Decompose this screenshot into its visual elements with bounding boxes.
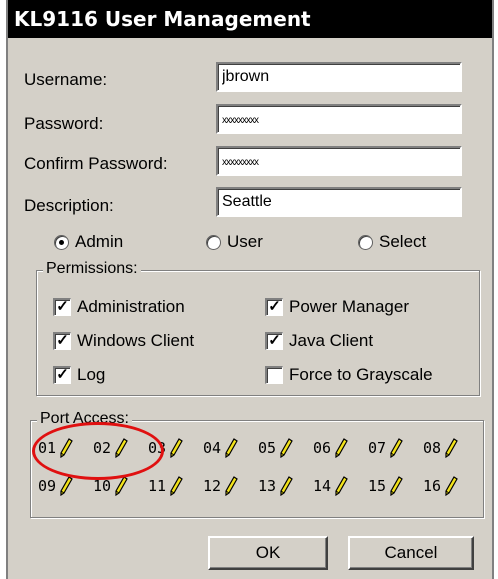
- pencil-icon: [170, 476, 183, 496]
- username-field[interactable]: [216, 62, 462, 92]
- checkmark-icon: ✓: [265, 298, 283, 316]
- username-label: Username:: [24, 70, 108, 89]
- pencil-icon: [445, 438, 458, 458]
- role-user-radio[interactable]: User: [206, 232, 263, 252]
- perm-java-client-checkbox[interactable]: ✓ Java Client: [265, 331, 373, 351]
- confirm-password-field[interactable]: [216, 146, 462, 176]
- port-07[interactable]: 07: [368, 438, 423, 458]
- perm-log-checkbox[interactable]: ✓ Log: [53, 365, 105, 385]
- port-access-group: Port Access:: [30, 410, 484, 518]
- checkmark-icon: ✓: [265, 332, 283, 350]
- port-number: 03: [148, 439, 167, 457]
- port-15[interactable]: 15: [368, 476, 423, 496]
- window-title: KL9116 User Management: [8, 0, 492, 38]
- port-10[interactable]: 10: [93, 476, 148, 496]
- checkmark-icon: ✓: [53, 366, 71, 384]
- pencil-icon: [390, 438, 403, 458]
- port-number: 15: [368, 477, 387, 495]
- pencil-icon: [115, 438, 128, 458]
- port-09[interactable]: 09: [38, 476, 93, 496]
- port-number: 10: [93, 477, 112, 495]
- user-management-dialog: KL9116 User Management Username: Passwor…: [6, 0, 494, 579]
- description-field[interactable]: [216, 187, 462, 217]
- port-number: 12: [203, 477, 222, 495]
- pencil-icon: [225, 476, 238, 496]
- port-number: 09: [38, 477, 57, 495]
- perm-windows-client-label: Windows Client: [77, 331, 195, 350]
- port-05[interactable]: 05: [258, 438, 313, 458]
- radio-unselected-icon: [206, 234, 221, 250]
- port-number: 11: [148, 477, 167, 495]
- role-user-label: User: [227, 232, 263, 251]
- port-number: 08: [423, 439, 442, 457]
- perm-windows-client-checkbox[interactable]: ✓ Windows Client: [53, 331, 194, 351]
- port-03[interactable]: 03: [148, 438, 203, 458]
- port-access-title: Port Access:: [37, 410, 132, 428]
- permissions-title: Permissions:: [43, 260, 141, 278]
- port-number: 02: [93, 439, 112, 457]
- port-02[interactable]: 02: [93, 438, 148, 458]
- perm-power-manager-checkbox[interactable]: ✓ Power Manager: [265, 297, 409, 317]
- port-12[interactable]: 12: [203, 476, 258, 496]
- pencil-icon: [280, 438, 293, 458]
- port-14[interactable]: 14: [313, 476, 368, 496]
- checkmark-icon: ✓: [53, 332, 71, 350]
- port-number: 01: [38, 439, 57, 457]
- pencil-icon: [225, 438, 238, 458]
- perm-force-grayscale-label: Force to Grayscale: [289, 365, 433, 384]
- port-01[interactable]: 01: [38, 438, 93, 458]
- role-admin-label: Admin: [75, 232, 124, 251]
- port-number: 14: [313, 477, 332, 495]
- port-13[interactable]: 13: [258, 476, 313, 496]
- port-04[interactable]: 04: [203, 438, 258, 458]
- password-label: Password:: [24, 114, 104, 133]
- role-admin-radio[interactable]: Admin: [54, 232, 123, 252]
- perm-power-manager-label: Power Manager: [289, 297, 410, 316]
- port-16[interactable]: 16: [423, 476, 478, 496]
- pencil-icon: [445, 476, 458, 496]
- role-select-label: Select: [379, 232, 427, 251]
- radio-unselected-icon: [358, 234, 373, 250]
- port-number: 16: [423, 477, 442, 495]
- pencil-icon: [115, 476, 128, 496]
- checkmark-icon: ✓: [53, 298, 71, 316]
- perm-log-label: Log: [77, 365, 106, 384]
- perm-administration-checkbox[interactable]: ✓ Administration: [53, 297, 185, 317]
- pencil-icon: [60, 438, 73, 458]
- ok-button[interactable]: OK: [208, 536, 328, 570]
- port-number: 07: [368, 439, 387, 457]
- port-number: 05: [258, 439, 277, 457]
- radio-selected-icon: [54, 234, 69, 250]
- description-label: Description:: [24, 196, 114, 215]
- port-row-2: 09 10 11 12 13 14 15 16: [38, 476, 478, 496]
- pencil-icon: [280, 476, 293, 496]
- perm-java-client-label: Java Client: [289, 331, 374, 350]
- cancel-button[interactable]: Cancel: [348, 536, 474, 570]
- permissions-group: Permissions: ✓ Administration ✓ Windows …: [36, 260, 480, 396]
- port-number: 04: [203, 439, 222, 457]
- port-08[interactable]: 08: [423, 438, 478, 458]
- checkbox-empty-icon: [265, 366, 283, 384]
- password-field[interactable]: [216, 104, 462, 134]
- pencil-icon: [60, 476, 73, 496]
- port-row-1: 01 02 03 04 05 06 07 08: [38, 438, 478, 458]
- port-11[interactable]: 11: [148, 476, 203, 496]
- confirm-password-label: Confirm Password:: [24, 154, 168, 173]
- pencil-icon: [335, 476, 348, 496]
- pencil-icon: [335, 438, 348, 458]
- perm-administration-label: Administration: [77, 297, 185, 316]
- port-number: 13: [258, 477, 277, 495]
- port-06[interactable]: 06: [313, 438, 368, 458]
- port-number: 06: [313, 439, 332, 457]
- pencil-icon: [390, 476, 403, 496]
- perm-force-grayscale-checkbox[interactable]: Force to Grayscale: [265, 365, 433, 385]
- role-select-radio[interactable]: Select: [358, 232, 426, 252]
- pencil-icon: [170, 438, 183, 458]
